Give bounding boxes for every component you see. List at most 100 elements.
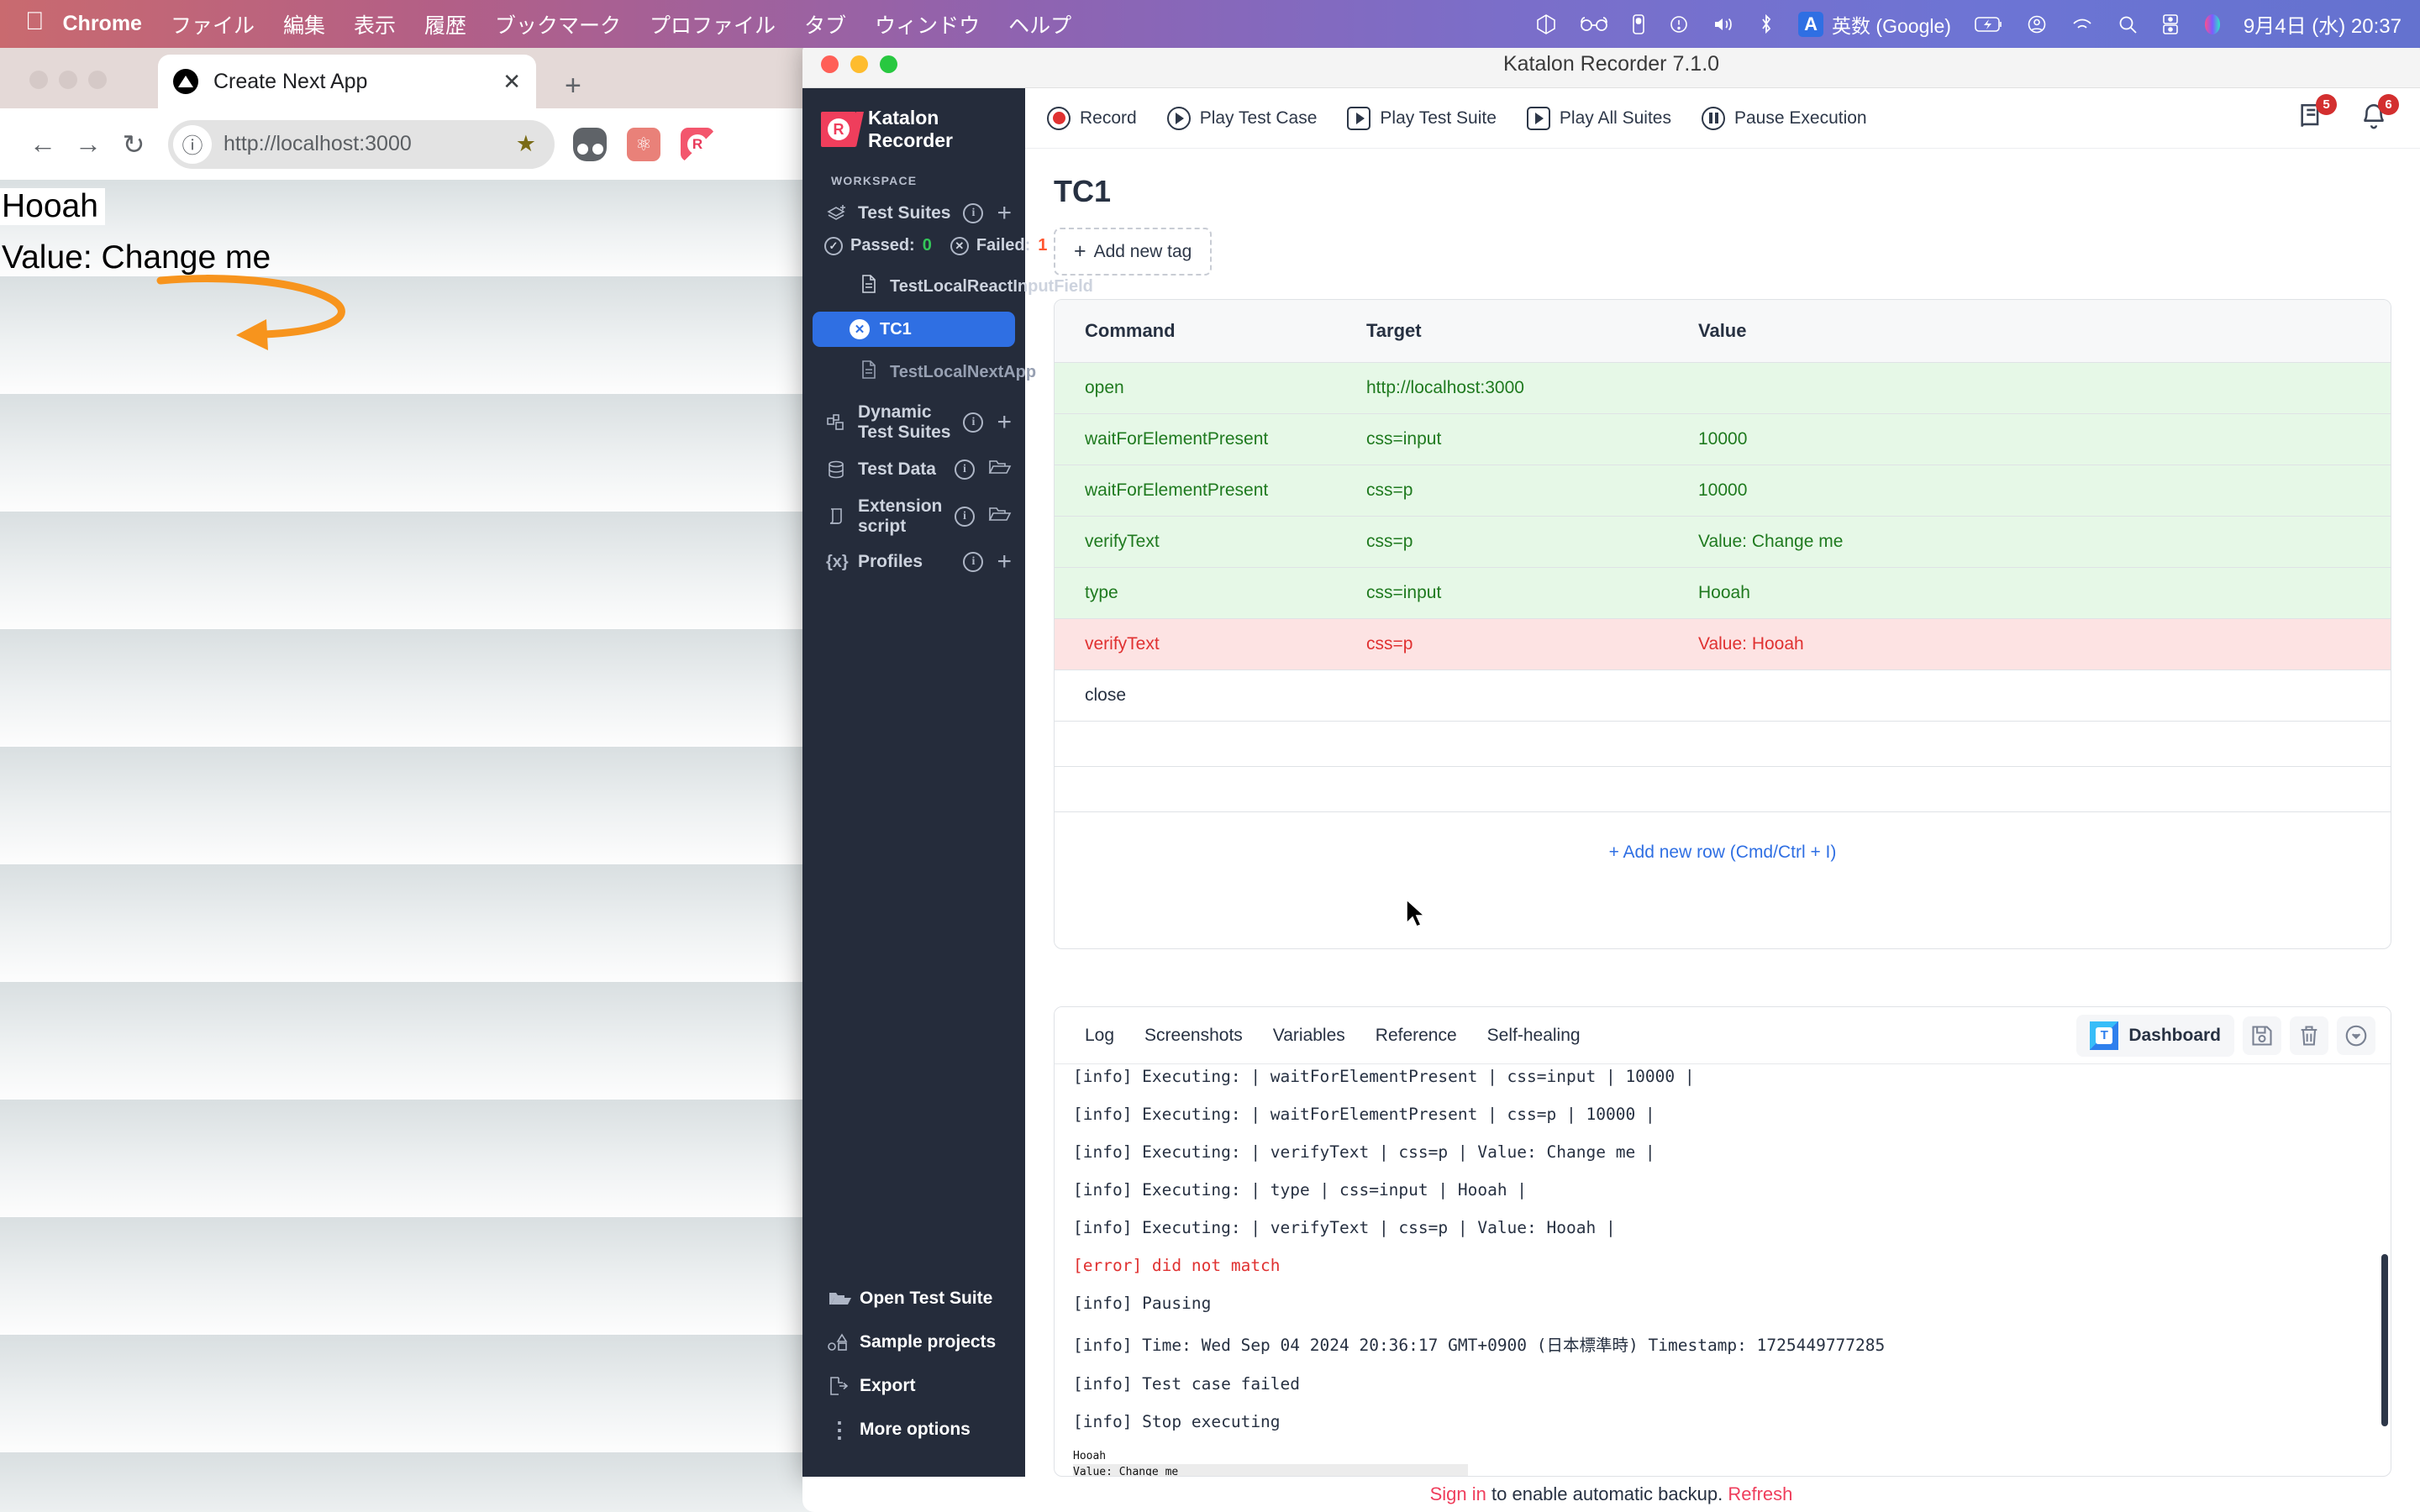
cell-value[interactable] xyxy=(1685,766,2391,812)
refresh-link[interactable]: Refresh xyxy=(1728,1483,1792,1504)
log-output[interactable]: [info] Executing: | waitForElementPresen… xyxy=(1055,1064,2391,1476)
info-circle-icon[interactable]: ⓘ xyxy=(173,124,212,164)
sidebar-item-tc1[interactable]: ✕ TC1 xyxy=(813,312,1015,347)
plus-icon[interactable]: + xyxy=(565,70,581,102)
cell-target[interactable]: css=p xyxy=(1353,465,1685,517)
star-icon[interactable]: ★ xyxy=(516,131,536,157)
cell-target[interactable] xyxy=(1353,766,1685,812)
table-row[interactable]: waitForElementPresent css=p 10000 xyxy=(1055,465,2391,517)
info-icon[interactable]: i xyxy=(955,459,975,480)
gray-avatar-extension-icon[interactable] xyxy=(573,127,607,161)
cell-value[interactable] xyxy=(1685,362,2391,414)
glasses-icon[interactable] xyxy=(1580,16,1608,33)
ime-indicator[interactable]: A xyxy=(1798,11,1824,37)
sidebar-item-extension-script[interactable]: Extension script i xyxy=(802,489,1025,544)
sidebar-item-export[interactable]: Export xyxy=(802,1364,1025,1408)
menu-item-file[interactable]: ファイル xyxy=(171,9,255,39)
plus-icon[interactable]: + xyxy=(997,201,1012,226)
sidebar-item-open-test-suite[interactable]: Open Test Suite xyxy=(802,1277,1025,1320)
menu-item-bookmarks[interactable]: ブックマーク xyxy=(495,9,621,39)
notes-button[interactable]: 5 xyxy=(2297,94,2337,134)
cell-value[interactable] xyxy=(1685,721,2391,767)
sidebar-item-test-suites[interactable]: Test Suites i + xyxy=(802,196,1025,231)
menu-item-window[interactable]: ウィンドウ xyxy=(875,9,980,39)
control-center-icon[interactable] xyxy=(2161,13,2180,35)
wifi-icon[interactable] xyxy=(2070,16,2094,33)
box-icon[interactable] xyxy=(1536,13,1556,35)
cell-command[interactable] xyxy=(1055,766,1353,812)
search-icon[interactable] xyxy=(2118,14,2138,34)
info-icon[interactable]: i xyxy=(963,552,984,573)
sidebar-item-testlocalnextapp[interactable]: TestLocalNextApp xyxy=(813,352,1036,392)
browser-tab[interactable]: Create Next App ✕ xyxy=(158,55,536,108)
alerts-button[interactable]: 6 xyxy=(2360,94,2399,134)
plus-icon[interactable]: + xyxy=(997,549,1012,575)
cell-command[interactable]: type xyxy=(1055,567,1353,619)
record-button[interactable]: Record xyxy=(1047,106,1137,130)
cell-command[interactable] xyxy=(1055,721,1353,767)
cell-target[interactable]: css=input xyxy=(1353,413,1685,465)
tab-variables[interactable]: Variables xyxy=(1258,1026,1360,1046)
cell-command[interactable]: waitForElementPresent xyxy=(1055,465,1353,517)
close-icon[interactable]: ✕ xyxy=(502,69,521,95)
sidebar-item-testlocalreactinputfield[interactable]: TestLocalReactInputField xyxy=(813,266,1093,307)
react-devtools-extension-icon[interactable]: ⚛ xyxy=(627,127,660,161)
cell-value[interactable]: 10000 xyxy=(1685,465,2391,517)
arrow-left-icon[interactable]: ← xyxy=(20,129,66,160)
play-all-suites-button[interactable]: Play All Suites xyxy=(1526,106,1671,130)
add-new-row-button[interactable]: + Add new row (Cmd/Ctrl + I) xyxy=(1055,812,2391,881)
menu-item-edit[interactable]: 編集 xyxy=(283,9,325,39)
tab-self-healing[interactable]: Self-healing xyxy=(1472,1026,1596,1046)
cell-command[interactable]: verifyText xyxy=(1055,618,1353,670)
arrow-right-icon[interactable]: → xyxy=(66,129,111,160)
battery-charging-icon[interactable] xyxy=(1975,15,2003,34)
apple-icon[interactable]:  xyxy=(25,8,45,34)
tab-reference[interactable]: Reference xyxy=(1360,1026,1472,1046)
bluetooth-icon[interactable] xyxy=(1758,13,1775,35)
table-row[interactable]: verifyText css=p Value: Hooah xyxy=(1055,618,2391,670)
folder-open-icon[interactable] xyxy=(988,505,1012,528)
cell-target[interactable] xyxy=(1353,721,1685,767)
table-row[interactable]: type css=input Hooah xyxy=(1055,567,2391,619)
play-test-suite-button[interactable]: Play Test Suite xyxy=(1347,106,1497,130)
sign-in-link[interactable]: Sign in xyxy=(1430,1483,1486,1504)
info-icon[interactable]: i xyxy=(963,203,984,223)
plus-icon[interactable]: + xyxy=(997,410,1012,435)
add-new-tag-button[interactable]: + Add new tag xyxy=(1054,228,1213,276)
cell-command[interactable]: verifyText xyxy=(1055,516,1353,568)
cell-value[interactable] xyxy=(1685,669,2391,722)
tab-screenshots[interactable]: Screenshots xyxy=(1129,1026,1258,1046)
menu-item-history[interactable]: 履歴 xyxy=(424,9,466,39)
log-screenshot-thumbnail[interactable]: Hooah Value: Change me xyxy=(1073,1444,1468,1476)
volume-icon[interactable] xyxy=(1712,14,1734,34)
sidebar-item-test-data[interactable]: Test Data i xyxy=(802,450,1025,489)
pause-execution-button[interactable]: Pause Execution xyxy=(1702,106,1867,130)
siri-icon[interactable] xyxy=(2203,13,2222,35)
tab-log[interactable]: Log xyxy=(1070,1026,1129,1046)
menu-item-profiles[interactable]: プロファイル xyxy=(650,9,776,39)
cell-value[interactable]: Value: Change me xyxy=(1685,516,2391,568)
cell-target[interactable]: css=p xyxy=(1353,618,1685,670)
table-row[interactable]: open http://localhost:3000 xyxy=(1055,362,2391,414)
cell-target[interactable] xyxy=(1353,669,1685,722)
play-test-case-button[interactable]: Play Test Case xyxy=(1166,106,1317,130)
cell-command[interactable]: open xyxy=(1055,362,1353,414)
cell-target[interactable]: css=input xyxy=(1353,567,1685,619)
menu-item-chrome[interactable]: Chrome xyxy=(63,12,142,36)
cell-value[interactable]: Value: Hooah xyxy=(1685,618,2391,670)
table-row[interactable] xyxy=(1055,766,2391,812)
dashboard-button[interactable]: T Dashboard xyxy=(2076,1014,2234,1057)
menu-item-tab[interactable]: タブ xyxy=(804,9,846,39)
table-row[interactable]: verifyText css=p Value: Change me xyxy=(1055,516,2391,568)
cell-value[interactable]: Hooah xyxy=(1685,567,2391,619)
cell-command[interactable]: close xyxy=(1055,669,1353,722)
sidebar-item-dynamic-test-suites[interactable]: Dynamic Test Suites i + xyxy=(802,395,1025,450)
clear-log-button[interactable] xyxy=(2290,1016,2328,1055)
sidebar-item-sample-projects[interactable]: Sample projects xyxy=(802,1320,1025,1364)
sidebar-item-more-options[interactable]: ⋮ More options xyxy=(802,1408,1025,1452)
collapse-log-button[interactable] xyxy=(2337,1016,2375,1055)
menu-item-help[interactable]: ヘルプ xyxy=(1008,9,1071,39)
sidebar-item-profiles[interactable]: {x} Profiles i + xyxy=(802,544,1025,580)
chrome-traffic-lights[interactable] xyxy=(0,71,107,89)
table-row[interactable]: close xyxy=(1055,669,2391,722)
